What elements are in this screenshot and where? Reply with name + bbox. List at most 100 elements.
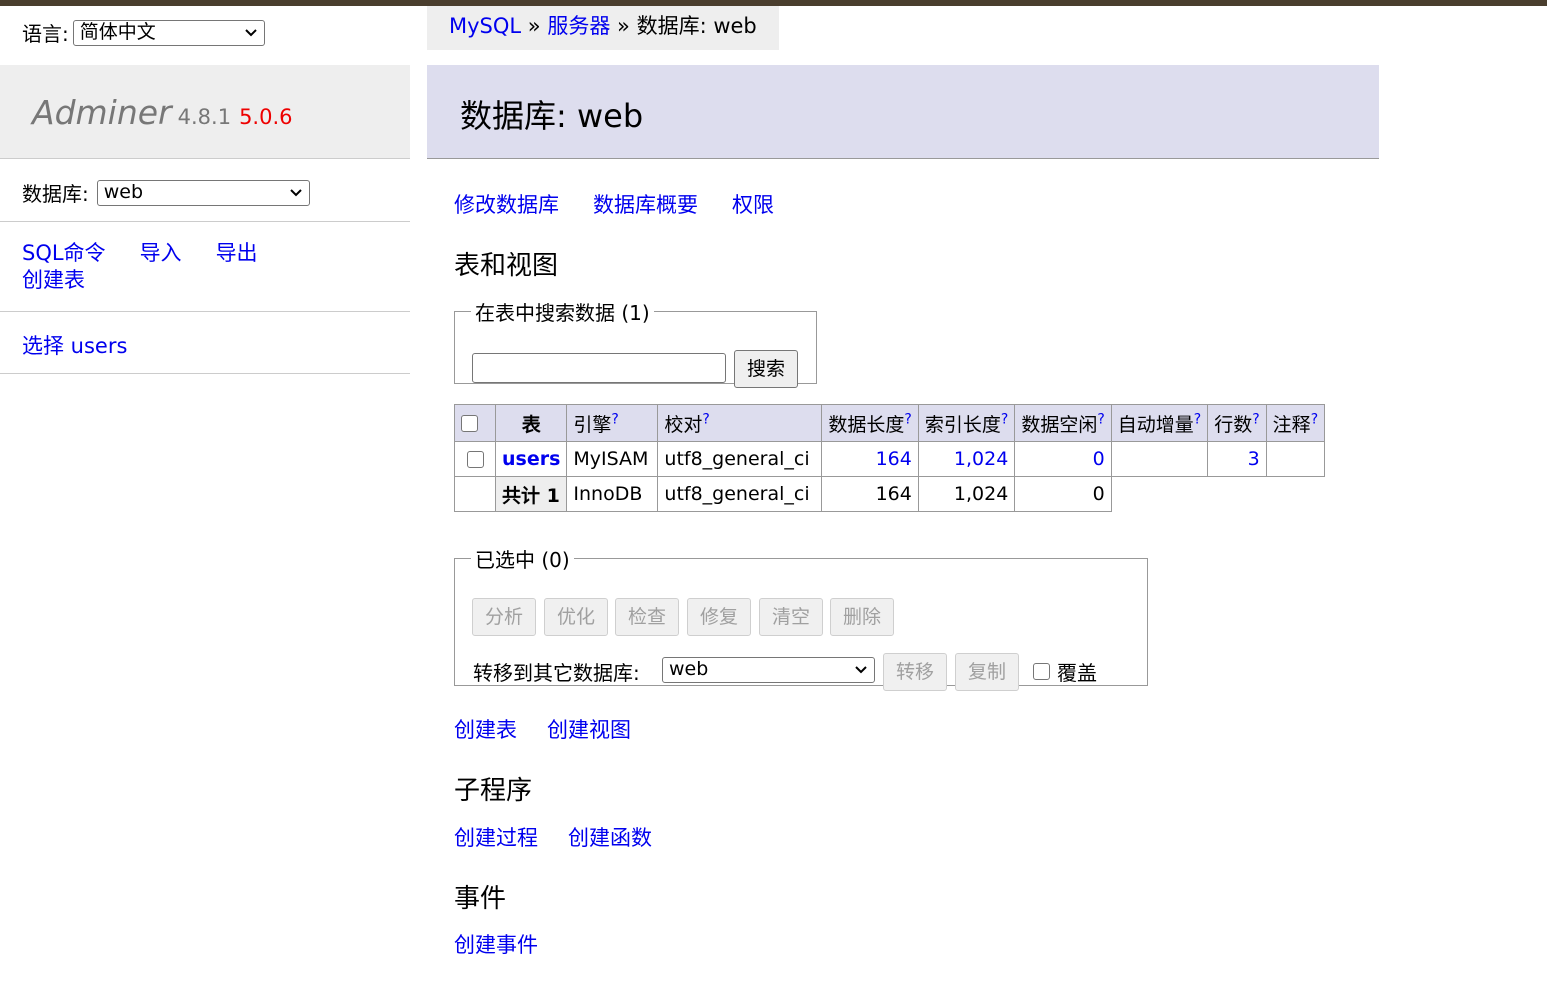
- search-button[interactable]: 搜索: [734, 350, 798, 388]
- search-fieldset: 在表中搜索数据 (1) 搜索: [454, 297, 817, 388]
- alter-database-link[interactable]: 修改数据库: [454, 193, 559, 217]
- optimize-button[interactable]: 优化: [544, 598, 608, 636]
- create-event-link[interactable]: 创建事件: [454, 933, 538, 957]
- help-link[interactable]: ?: [1097, 411, 1104, 427]
- column-header-engine-label: 引擎: [573, 413, 612, 436]
- adminer-logo-link[interactable]: Adminer: [32, 93, 172, 132]
- row-checkbox[interactable]: [466, 451, 484, 468]
- overwrite-label: 覆盖: [1057, 661, 1097, 685]
- create-view-link[interactable]: 创建视图: [547, 718, 631, 742]
- column-header-data-length: 数据长度?: [821, 404, 919, 442]
- engine-cell: MyISAM: [566, 441, 659, 477]
- total-blank-cell: [1111, 477, 1324, 512]
- rows-link[interactable]: 3: [1248, 448, 1260, 470]
- data-free-link[interactable]: 0: [1093, 448, 1105, 470]
- sidebar-divider: [0, 221, 410, 222]
- breadcrumb: MySQL » 服务器 » 数据库: web: [427, 6, 779, 50]
- total-empty-cell: [454, 476, 496, 512]
- breadcrumb-separator: »: [617, 14, 630, 38]
- language-select-value: 简体中文: [79, 20, 156, 43]
- index-length-cell: 1,024: [917, 441, 1016, 477]
- privileges-link[interactable]: 权限: [732, 193, 774, 217]
- truncate-button[interactable]: 清空: [759, 598, 823, 636]
- help-link[interactable]: ?: [904, 411, 911, 427]
- brand-header: Adminer 4.8.1 5.0.6: [0, 65, 410, 159]
- sidebar-divider: [0, 311, 410, 312]
- drop-button[interactable]: 删除: [830, 598, 894, 636]
- database-label: 数据库:: [22, 182, 89, 206]
- table-name-link[interactable]: users: [502, 448, 560, 470]
- help-link[interactable]: ?: [1194, 411, 1201, 427]
- create-table-link[interactable]: 创建表: [22, 268, 85, 292]
- new-version-link[interactable]: 5.0.6: [239, 105, 292, 129]
- move-button[interactable]: 转移: [883, 653, 947, 691]
- selected-fieldset: 已选中 (0) 分析 优化 检查 修复 清空 删除 转移到其它数据库: web …: [454, 544, 1148, 691]
- language-select[interactable]: 简体中文: [72, 19, 265, 46]
- total-label-cell: 共计 1: [494, 476, 568, 512]
- overwrite-checkbox[interactable]: [1033, 663, 1050, 680]
- chevron-down-icon: [245, 28, 257, 36]
- breadcrumb-mysql[interactable]: MySQL: [449, 14, 521, 38]
- help-link[interactable]: ?: [702, 411, 709, 427]
- repair-button[interactable]: 修复: [687, 598, 751, 636]
- comment-cell: [1265, 441, 1326, 477]
- data-length-link[interactable]: 164: [876, 448, 912, 470]
- database-schema-link[interactable]: 数据库概要: [593, 193, 698, 217]
- rows-cell: 3: [1207, 441, 1267, 477]
- language-selector: 语言: 简体中文: [22, 18, 265, 47]
- select-all-checkbox[interactable]: [461, 415, 478, 432]
- help-link[interactable]: ?: [1311, 411, 1318, 427]
- search-input[interactable]: [472, 353, 726, 383]
- table-total-row: 共计 1 InnoDB utf8_general_ci 164 1,024 0: [454, 476, 1325, 512]
- tables-heading: 表和视图: [454, 251, 559, 281]
- breadcrumb-current: 数据库: web: [636, 14, 757, 38]
- analyze-button[interactable]: 分析: [472, 598, 536, 636]
- help-link[interactable]: ?: [611, 411, 618, 427]
- create-function-link[interactable]: 创建函数: [568, 826, 652, 850]
- chevron-down-icon: [855, 666, 867, 674]
- total-collation-cell: utf8_general_ci: [657, 476, 823, 512]
- selected-legend: 已选中 (0): [475, 548, 570, 572]
- sidebar-divider: [0, 373, 410, 374]
- column-header-engine: 引擎?: [566, 404, 659, 442]
- sql-command-link[interactable]: SQL命令: [22, 241, 106, 265]
- import-link[interactable]: 导入: [140, 241, 182, 265]
- adminer-version: 4.8.1: [177, 105, 232, 129]
- database-selector: 数据库: web: [22, 178, 310, 207]
- create-table-main-link[interactable]: 创建表: [454, 718, 517, 742]
- row-checkbox-cell: [454, 441, 496, 477]
- database-links: 修改数据库 数据库概要 权限: [454, 189, 808, 219]
- create-procedure-link[interactable]: 创建过程: [454, 826, 538, 850]
- database-select[interactable]: web: [96, 179, 310, 206]
- breadcrumb-server[interactable]: 服务器: [547, 14, 610, 38]
- export-link[interactable]: 导出: [216, 241, 258, 265]
- language-label: 语言:: [22, 22, 69, 46]
- total-engine-cell: InnoDB: [566, 476, 659, 512]
- column-header-index-length-label: 索引长度: [924, 413, 1001, 436]
- create-links: 创建表 创建视图: [454, 714, 661, 744]
- check-button[interactable]: 检查: [615, 598, 679, 636]
- column-header-auto-increment: 自动增量?: [1110, 404, 1209, 442]
- column-header-index-length: 索引长度?: [917, 404, 1016, 442]
- help-link[interactable]: ?: [1252, 411, 1259, 427]
- select-all-cell: [454, 404, 496, 442]
- chevron-down-icon: [290, 188, 302, 196]
- column-header-collation: 校对?: [657, 404, 823, 442]
- tables-table: 表 引擎? 校对? 数据长度? 索引长度? 数据空闲? 自动增量? 行数? 注释…: [454, 404, 1326, 512]
- help-link[interactable]: ?: [1001, 411, 1008, 427]
- table-row: users MyISAM utf8_general_ci 164 1,024 0…: [454, 441, 1326, 477]
- table-name-cell: users: [494, 441, 568, 477]
- select-users-link[interactable]: 选择 users: [22, 334, 127, 358]
- routine-links: 创建过程 创建函数: [454, 822, 682, 852]
- move-db-select[interactable]: web: [662, 657, 875, 683]
- events-heading: 事件: [454, 884, 507, 914]
- column-header-data-free: 数据空闲?: [1014, 404, 1112, 442]
- index-length-link[interactable]: 1,024: [954, 448, 1008, 470]
- column-header-table: 表: [494, 404, 568, 442]
- database-select-value: web: [103, 180, 144, 203]
- data-length-cell: 164: [821, 441, 919, 477]
- column-header-rows: 行数?: [1207, 404, 1267, 442]
- copy-button[interactable]: 复制: [955, 653, 1019, 691]
- total-data-length-cell: 164: [821, 476, 919, 512]
- collation-cell: utf8_general_ci: [657, 441, 823, 477]
